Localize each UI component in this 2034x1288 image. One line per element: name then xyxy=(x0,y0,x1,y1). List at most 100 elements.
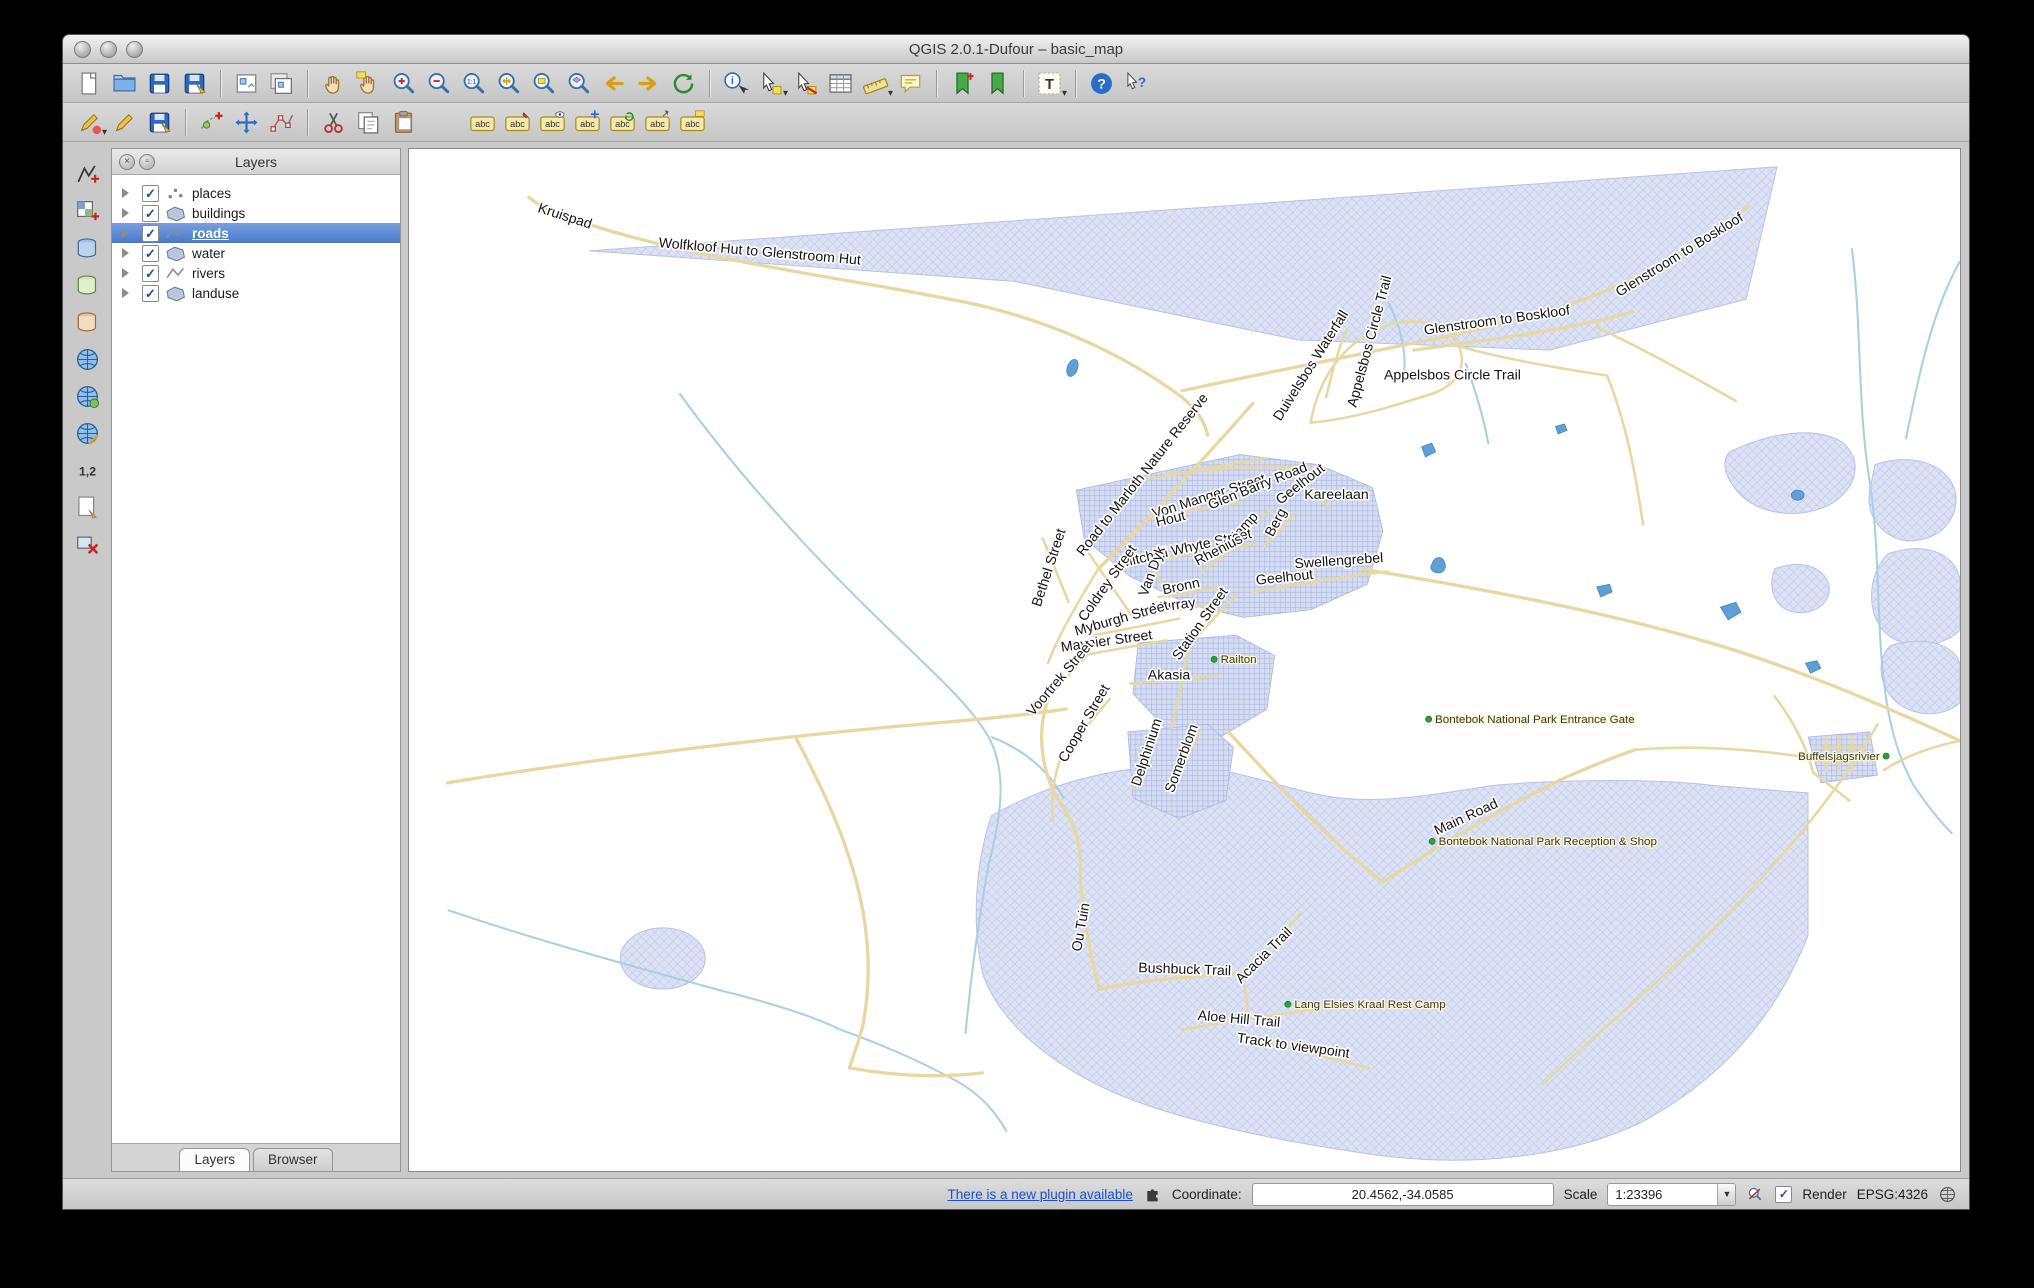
expand-icon[interactable] xyxy=(122,228,136,238)
add-wfs-layer-button[interactable] xyxy=(71,417,104,450)
zoom-to-selection-button[interactable] xyxy=(527,67,560,100)
cut-features-button[interactable] xyxy=(317,106,350,139)
add-feature-button[interactable] xyxy=(195,106,228,139)
add-wcs-layer-button[interactable] xyxy=(71,380,104,413)
layer-visibility-checkbox[interactable]: ✓ xyxy=(142,205,159,222)
expand-icon[interactable] xyxy=(122,288,136,298)
panel-tab-layers[interactable]: Layers xyxy=(179,1148,250,1171)
zoom-next-button[interactable] xyxy=(632,67,665,100)
toolbar-separator xyxy=(1023,70,1024,97)
layer-visibility-checkbox[interactable]: ✓ xyxy=(142,185,159,202)
layer-visibility-checkbox[interactable]: ✓ xyxy=(142,265,159,282)
layer-visibility-checkbox[interactable]: ✓ xyxy=(142,245,159,262)
save-project-as-button[interactable] xyxy=(178,67,211,100)
svg-text:1,2: 1,2 xyxy=(78,464,95,478)
layer-row-rivers[interactable]: ✓rivers xyxy=(112,263,400,283)
text-annotation-button[interactable]: T▾ xyxy=(1033,67,1066,100)
panel-tab-browser[interactable]: Browser xyxy=(253,1148,333,1171)
map-canvas[interactable]: KruispadWolfkloof Hut to Glenstroom HutG… xyxy=(408,148,1961,1172)
add-delimited-text-layer-button[interactable]: 1,2 xyxy=(71,454,104,487)
zoom-last-button[interactable] xyxy=(597,67,630,100)
scale-magnifier-icon[interactable] xyxy=(1746,1185,1765,1204)
place-marker-icon xyxy=(1211,656,1217,662)
coordinate-input[interactable]: 20.4562,-34.0585 xyxy=(1252,1183,1554,1206)
panel-float-icon[interactable]: ▫ xyxy=(139,154,155,170)
map-tips-button[interactable] xyxy=(894,67,927,100)
new-bookmark-button[interactable] xyxy=(946,67,979,100)
deselect-features-button[interactable] xyxy=(789,67,822,100)
remove-layer-button[interactable] xyxy=(71,528,104,561)
toggle-editing-button[interactable] xyxy=(108,106,141,139)
current-edits-button[interactable]: ▾ xyxy=(73,106,106,139)
change-label-properties-button[interactable]: abc xyxy=(641,106,674,139)
zoom-button[interactable] xyxy=(126,41,143,58)
plugin-available-link[interactable]: There is a new plugin available xyxy=(947,1187,1132,1202)
show-bookmarks-button[interactable] xyxy=(981,67,1014,100)
add-vector-layer-button[interactable] xyxy=(71,158,104,191)
scale-combo-arrow-icon[interactable]: ▼ xyxy=(1717,1184,1735,1205)
add-mssql-layer-button[interactable] xyxy=(71,306,104,339)
dropdown-arrow-icon[interactable]: ▾ xyxy=(783,89,788,99)
layer-row-places[interactable]: ✓places xyxy=(112,183,400,203)
pin-unpin-labels-button[interactable]: abc xyxy=(501,106,534,139)
select-features-button[interactable]: ▾ xyxy=(754,67,787,100)
add-postgis-layer-button[interactable] xyxy=(71,232,104,265)
refresh-map-button[interactable] xyxy=(667,67,700,100)
expand-icon[interactable] xyxy=(122,248,136,258)
layer-row-buildings[interactable]: ✓ buildings xyxy=(112,203,400,223)
dropdown-arrow-icon[interactable]: ▾ xyxy=(102,128,107,138)
titlebar[interactable]: QGIS 2.0.1-Dufour – basic_map xyxy=(63,35,1969,64)
zoom-out-button[interactable] xyxy=(422,67,455,100)
help-contents-button[interactable]: ? xyxy=(1085,67,1118,100)
add-spatialite-layer-button[interactable] xyxy=(71,269,104,302)
composer-manager-button[interactable] xyxy=(265,67,298,100)
new-project-button[interactable] xyxy=(73,67,106,100)
zoom-to-layer-button[interactable] xyxy=(562,67,595,100)
whats-this-button[interactable]: ? xyxy=(1120,67,1153,100)
road-label: Cooper Street xyxy=(1055,681,1113,764)
open-project-button[interactable] xyxy=(108,67,141,100)
layer-name: buildings xyxy=(192,206,245,221)
zoom-full-button[interactable] xyxy=(492,67,525,100)
layer-visibility-checkbox[interactable]: ✓ xyxy=(142,285,159,302)
pan-to-selection-button[interactable] xyxy=(352,67,385,100)
move-feature-button[interactable] xyxy=(230,106,263,139)
layer-labeling-options-button[interactable]: abc xyxy=(466,106,499,139)
dropdown-arrow-icon[interactable]: ▾ xyxy=(888,89,893,99)
highlight-pinned-labels-button[interactable]: abc xyxy=(676,106,709,139)
identify-features-button[interactable]: i xyxy=(719,67,752,100)
plugin-icon[interactable] xyxy=(1143,1185,1162,1204)
add-raster-layer-button[interactable] xyxy=(71,195,104,228)
zoom-in-button[interactable] xyxy=(387,67,420,100)
pan-map-button[interactable] xyxy=(317,67,350,100)
expand-icon[interactable] xyxy=(122,208,136,218)
add-wms-layer-button[interactable] xyxy=(71,343,104,376)
minimize-button[interactable] xyxy=(100,41,117,58)
layer-visibility-checkbox[interactable]: ✓ xyxy=(142,225,159,242)
render-checkbox[interactable]: ✓ xyxy=(1775,1186,1792,1203)
paste-features-button[interactable] xyxy=(387,106,420,139)
open-attribute-table-button[interactable] xyxy=(824,67,857,100)
new-shapefile-layer-button[interactable] xyxy=(71,491,104,524)
show-hide-labels-button[interactable]: abc xyxy=(536,106,569,139)
expand-icon[interactable] xyxy=(122,268,136,278)
crs-status-icon[interactable] xyxy=(1938,1185,1957,1204)
layer-row-roads[interactable]: ✓roads xyxy=(112,223,400,243)
save-layer-edits-button[interactable] xyxy=(143,106,176,139)
move-label-button[interactable]: abc xyxy=(571,106,604,139)
zoom-native-button[interactable]: 1:1 xyxy=(457,67,490,100)
save-project-button[interactable] xyxy=(143,67,176,100)
panel-close-icon[interactable]: × xyxy=(119,154,135,170)
measure-button[interactable]: ▾ xyxy=(859,67,892,100)
dropdown-arrow-icon[interactable]: ▾ xyxy=(1062,89,1067,99)
scale-combo[interactable]: 1:23396 ▼ xyxy=(1607,1183,1736,1206)
new-print-composer-button[interactable] xyxy=(230,67,263,100)
copy-features-button[interactable] xyxy=(352,106,385,139)
rotate-label-button[interactable]: abc xyxy=(606,106,639,139)
close-button[interactable] xyxy=(74,41,91,58)
node-tool-button[interactable] xyxy=(265,106,298,139)
expand-icon[interactable] xyxy=(122,188,136,198)
road-label: Bethel Street xyxy=(1028,526,1069,608)
layer-row-landuse[interactable]: ✓landuse xyxy=(112,283,400,303)
layer-row-water[interactable]: ✓water xyxy=(112,243,400,263)
